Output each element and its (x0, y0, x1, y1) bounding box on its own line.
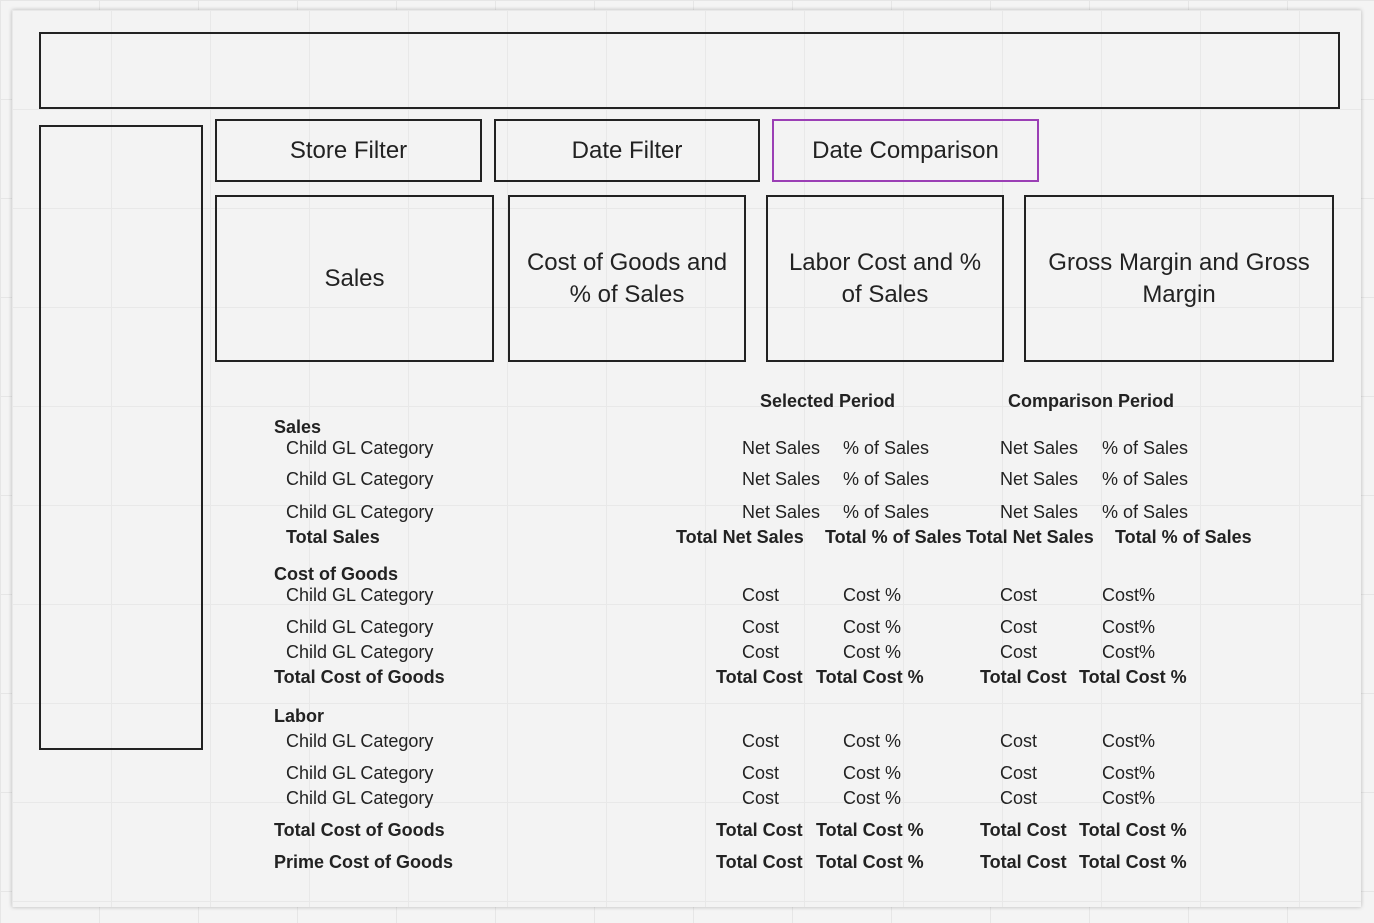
row-label: Child GL Category (286, 585, 434, 605)
total-cell: Total Cost % (816, 820, 924, 840)
cell-value: Cost % (843, 763, 902, 783)
cell-value: Cost (742, 788, 780, 808)
total-cell: Total Net Sales (966, 527, 1094, 547)
cell-value: Cost (742, 617, 780, 637)
cell-value: Cost % (843, 617, 902, 637)
row-label: Child GL Category (286, 469, 434, 489)
date-filter-button[interactable]: Date Filter (494, 119, 760, 182)
cell-value: Net Sales (1000, 438, 1079, 458)
total-cell: Total % of Sales (1115, 527, 1252, 547)
section-title-cogs: Cost of Goods (274, 564, 398, 584)
section-title-sales: Sales (274, 417, 322, 437)
cell-value: % of Sales (843, 469, 930, 489)
sales-tile: Sales (215, 195, 494, 362)
total-cell: Total Cost (716, 820, 803, 840)
cell-value: Cost% (1102, 788, 1156, 808)
cell-value: Cost% (1102, 731, 1156, 751)
row-label: Child GL Category (286, 617, 434, 637)
total-row-label: Total Cost of Goods (274, 820, 445, 840)
header-placeholder (39, 32, 1340, 109)
cell-value: Net Sales (742, 469, 821, 489)
total-cell: Total Cost % (816, 852, 924, 872)
date-comparison-button[interactable]: Date Comparison (772, 119, 1039, 182)
cell-value: % of Sales (843, 438, 930, 458)
cell-value: Cost % (843, 788, 902, 808)
total-cell: Total Cost (980, 820, 1067, 840)
total-cell: Total % of Sales (825, 527, 962, 547)
row-label: Child GL Category (286, 642, 434, 662)
section-title-labor: Labor (274, 706, 325, 726)
cell-value: Net Sales (1000, 469, 1079, 489)
cell-value: Cost (1000, 788, 1038, 808)
cell-value: Cost (1000, 617, 1038, 637)
total-cell: Total Cost % (1079, 667, 1187, 687)
cogs-tile: Cost of Goods and % of Sales (508, 195, 746, 362)
row-label: Child GL Category (286, 763, 434, 783)
cell-value: % of Sales (1102, 469, 1189, 489)
cell-value: Cost% (1102, 763, 1156, 783)
row-label: Child GL Category (286, 788, 434, 808)
cell-value: % of Sales (1102, 502, 1189, 522)
total-cell: Total Cost % (1079, 820, 1187, 840)
total-cell: Total Cost (980, 852, 1067, 872)
cell-value: % of Sales (1102, 438, 1189, 458)
total-row-label: Total Cost of Goods (274, 667, 445, 687)
total-cell: Total Cost % (816, 667, 924, 687)
cell-value: Cost% (1102, 642, 1156, 662)
cell-value: Cost (742, 642, 780, 662)
total-cell: Total Cost % (1079, 852, 1187, 872)
row-label: Child GL Category (286, 438, 434, 458)
cell-value: Cost (1000, 731, 1038, 751)
total-row-label: Total Sales (286, 527, 380, 547)
gross-margin-tile: Gross Margin and Gross Margin (1024, 195, 1334, 362)
prime-cost-row-label: Prime Cost of Goods (274, 852, 454, 872)
cell-value: Cost (1000, 763, 1038, 783)
total-cell: Total Net Sales (676, 527, 804, 547)
cell-value: Cost % (843, 585, 902, 605)
cell-value: Net Sales (742, 502, 821, 522)
comparison-period-header: Comparison Period (1008, 391, 1175, 411)
cell-value: Net Sales (742, 438, 821, 458)
selected-period-header: Selected Period (760, 391, 896, 411)
cell-value: Cost (742, 585, 780, 605)
total-cell: Total Cost (716, 852, 803, 872)
store-filter-button[interactable]: Store Filter (215, 119, 482, 182)
total-cell: Total Cost (980, 667, 1067, 687)
cell-value: Cost (742, 763, 780, 783)
row-label: Child GL Category (286, 502, 434, 522)
cell-value: Cost (1000, 642, 1038, 662)
cell-value: Cost% (1102, 617, 1156, 637)
cell-value: Cost % (843, 642, 902, 662)
cell-value: Cost% (1102, 585, 1156, 605)
sidebar-placeholder (39, 125, 203, 750)
cell-value: Net Sales (1000, 502, 1079, 522)
total-cell: Total Cost (716, 667, 803, 687)
cell-value: Cost % (843, 731, 902, 751)
cell-value: % of Sales (843, 502, 930, 522)
cell-value: Cost (1000, 585, 1038, 605)
cell-value: Cost (742, 731, 780, 751)
labor-tile: Labor Cost and % of Sales (766, 195, 1004, 362)
row-label: Child GL Category (286, 731, 434, 751)
